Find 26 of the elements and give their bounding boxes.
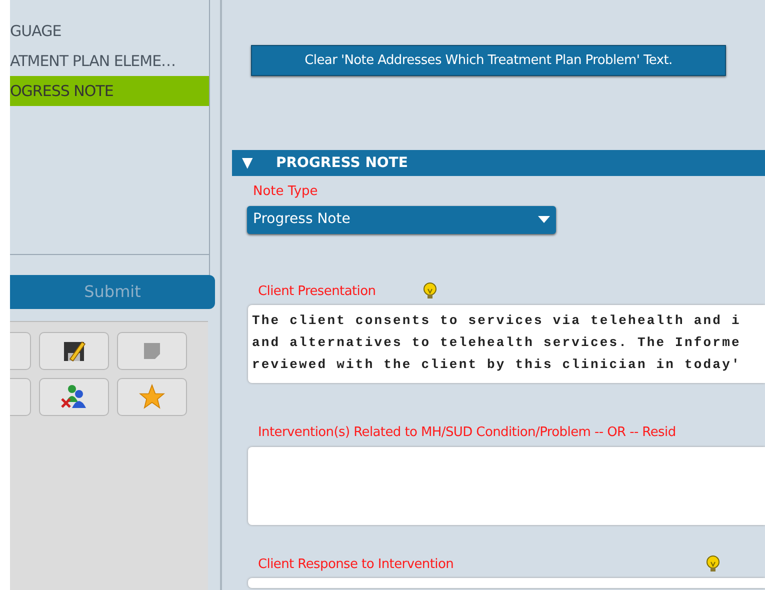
toolbar-button[interactable] <box>39 378 109 416</box>
sidebar-item[interactable]: OGRESS NOTE <box>10 76 209 106</box>
toolbar-button[interactable] <box>39 332 109 370</box>
text-line: The client consents to services via telehealth and i <box>252 312 742 330</box>
dropdown-value: Progress Note <box>253 210 350 229</box>
section-header[interactable]: ▼ PROGRESS NOTE <box>232 150 765 176</box>
text-line: reviewed with the client by this clinician in today' <box>252 356 742 374</box>
collapse-toggle[interactable]: ▼ <box>242 152 276 174</box>
field-label: Client Response to Intervention <box>258 556 455 574</box>
sidebar-item[interactable]: GUAGE <box>10 16 209 46</box>
section-title: PROGRESS NOTE <box>276 154 408 172</box>
sidebar-item[interactable]: ATMENT PLAN ELEME… <box>10 46 209 76</box>
save-pencil-icon <box>62 338 86 362</box>
field-label: Client Presentation <box>258 282 377 300</box>
lightbulb-icon[interactable] <box>706 555 720 574</box>
clear-text-button[interactable]: Clear 'Note Addresses Which Treatment Plan Problem' Text. <box>251 45 726 76</box>
users-remove-icon <box>60 384 88 410</box>
star-icon <box>139 384 165 410</box>
text-line: and alternatives to telehealth services. The Informe <box>252 334 742 352</box>
text-area[interactable]: The client consents to services via telehealth and i and alternatives to telehealth services. The Informe reviewed with the client by this clinician in today' <box>248 305 765 383</box>
note-type-dropdown[interactable]: Progress Note <box>247 206 556 234</box>
lightbulb-icon[interactable] <box>423 282 437 300</box>
field-label: Intervention(s) Related to MH/SUD Condition/Problem -- OR -- Resid <box>258 424 676 442</box>
dropdown-caret-icon <box>538 216 550 223</box>
field-label: Note Type <box>253 183 319 201</box>
note-icon <box>142 340 162 360</box>
